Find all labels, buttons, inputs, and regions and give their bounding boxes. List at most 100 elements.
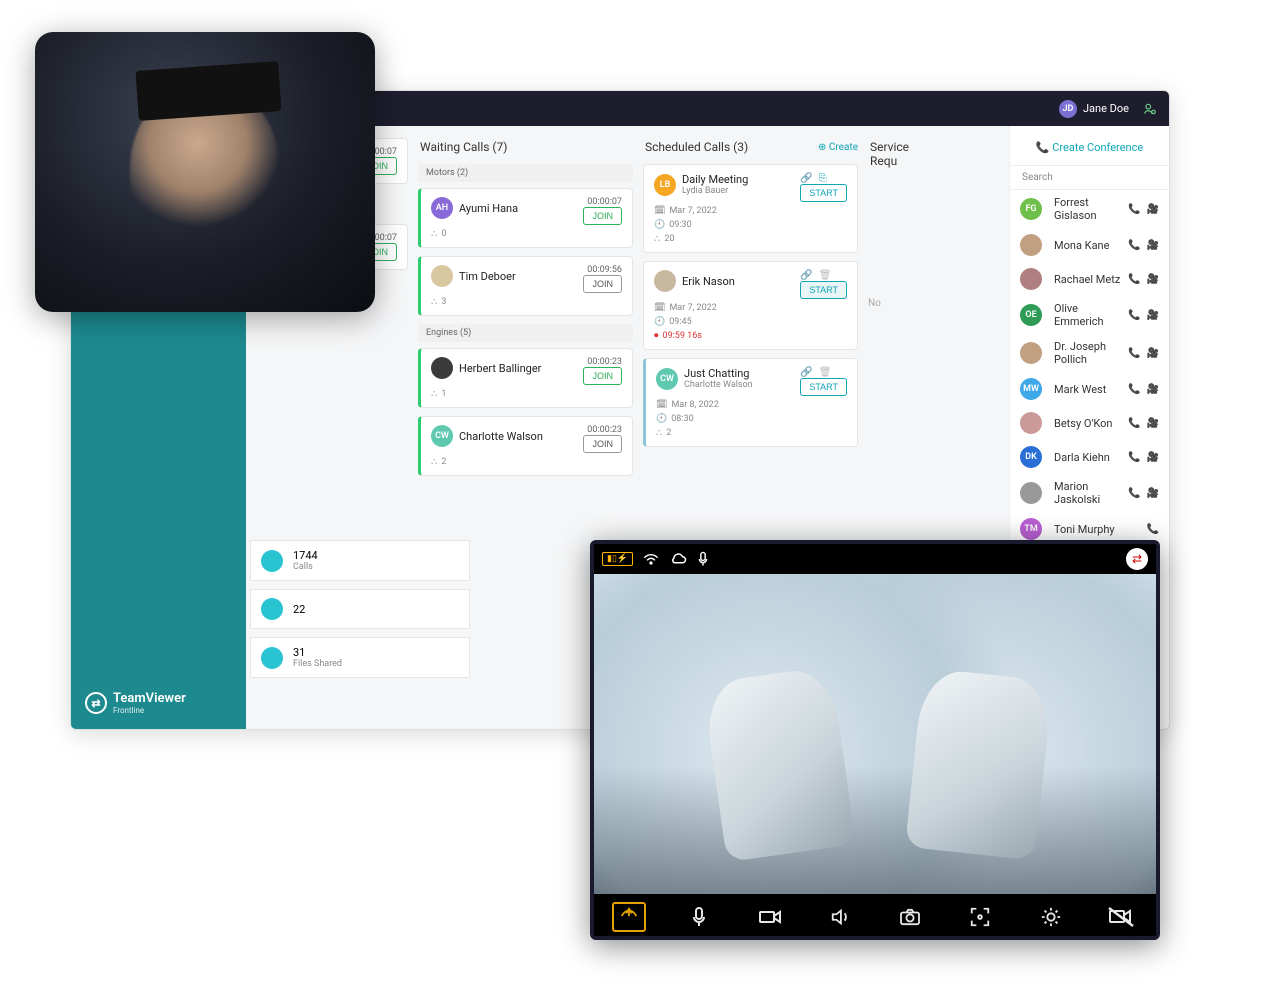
speaker-tool-icon[interactable]	[823, 902, 857, 932]
call-icon[interactable]: 📞	[1128, 452, 1140, 463]
create-conference-link[interactable]: 📞 Create Conference	[1036, 141, 1143, 154]
create-link[interactable]: ⊕ Create	[818, 142, 858, 153]
call-icon[interactable]: 📞	[1128, 348, 1140, 359]
trash-icon[interactable]: 🗑	[819, 270, 832, 281]
stat-dot-icon	[261, 550, 283, 572]
call-icon[interactable]: 📞	[1147, 524, 1159, 535]
contact-name: Olive Emmerich	[1054, 302, 1128, 328]
waiting-card: Herbert Ballinger 00:00:23 JOIN ⛬1	[418, 348, 633, 408]
empty-text: No	[868, 298, 938, 309]
stat-dot-icon	[261, 598, 283, 620]
people-icon: ⛬	[431, 389, 437, 399]
video-icon[interactable]: 🎥	[1147, 240, 1159, 251]
column-title: Scheduled Calls (3)	[645, 140, 748, 154]
call-icon[interactable]: 📞	[1128, 488, 1140, 499]
user-avatar[interactable]: JD	[1059, 100, 1077, 118]
focus-tool-icon[interactable]	[963, 902, 997, 932]
teamviewer-round-icon[interactable]: ⇄	[1126, 548, 1148, 570]
contact-row[interactable]: DKDarla Kiehn📞🎥	[1010, 440, 1169, 474]
contact-row[interactable]: Marion Jaskolski📞🎥	[1010, 474, 1169, 512]
contact-row[interactable]: Rachael Metz📞🎥	[1010, 262, 1169, 296]
video-icon[interactable]: 🎥	[1147, 418, 1159, 429]
video-icon[interactable]: 🎥	[1147, 348, 1159, 359]
call-icon[interactable]: 📞	[1128, 274, 1140, 285]
clock-icon: 🕘	[656, 414, 667, 424]
presence-icon[interactable]	[1143, 102, 1157, 116]
contact-row[interactable]: Mona Kane📞🎥	[1010, 228, 1169, 262]
avatar	[1020, 412, 1042, 434]
contact-row[interactable]: MWMark West📞🎥	[1010, 372, 1169, 406]
video-tool-icon[interactable]	[753, 902, 787, 932]
waiting-card: AH Ayumi Hana 00:00:07 JOIN ⛬0	[418, 188, 633, 248]
avatar: FG	[1020, 198, 1042, 220]
pointer-tool-icon[interactable]	[612, 902, 646, 932]
contact-row[interactable]: Betsy O'Kon 📞 🎥	[1010, 406, 1169, 440]
stats-block: 1744Calls 22 31Files Shared	[250, 540, 470, 686]
scheduled-card: CW Just Chatting Charlotte Walson 🔗 🗑	[643, 358, 858, 447]
avatar	[1020, 234, 1042, 256]
trash-icon[interactable]: 🗑	[819, 367, 832, 378]
video-feed	[594, 574, 1156, 894]
avatar	[1020, 342, 1042, 364]
link-icon[interactable]: 🔗	[800, 270, 812, 281]
video-icon[interactable]: 🎥	[1147, 310, 1159, 321]
user-name: Jane Doe	[1083, 102, 1129, 115]
contact-row[interactable]: FGForrest Gislason📞🎥	[1010, 190, 1169, 228]
join-button[interactable]: JOIN	[583, 367, 622, 385]
video-icon[interactable]: 🎥	[1147, 274, 1159, 285]
call-icon[interactable]: 📞	[1128, 240, 1140, 251]
contact-row[interactable]: OE Olive Emmerich📞 🎥	[1010, 296, 1169, 334]
brand-logo: ⇄ TeamViewer Frontline	[85, 691, 186, 715]
mic-tool-icon[interactable]	[682, 902, 716, 932]
video-icon[interactable]: 🎥	[1147, 204, 1159, 215]
battery-icon: ▮▯⚡	[602, 552, 633, 566]
contact-name: Betsy O'Kon	[1054, 417, 1113, 430]
call-icon[interactable]: 📞	[1128, 310, 1140, 321]
start-button[interactable]: START	[800, 184, 847, 202]
join-button[interactable]: JOIN	[583, 435, 622, 453]
join-button[interactable]: JOIN	[583, 207, 622, 225]
teamviewer-icon: ⇄	[85, 692, 107, 714]
avatar	[431, 357, 453, 379]
waiting-card: Tim Deboer 00:09:56 JOIN ⛬3	[418, 256, 633, 316]
brightness-tool-icon[interactable]	[1034, 902, 1068, 932]
stat-dot-icon	[261, 647, 283, 669]
search-label[interactable]: Search	[1010, 166, 1169, 190]
scheduled-card: Erik Nason 🔗 🗑 START 🗓Mar 7, 2022 🕘09:45	[643, 261, 858, 350]
call-icon[interactable]: 📞	[1128, 418, 1140, 429]
people-icon: ⛬	[656, 428, 662, 438]
video-icon[interactable]: 🎥	[1147, 384, 1159, 395]
calendar-icon: 🗓	[654, 303, 665, 313]
contact-name: Toni Murphy	[1054, 523, 1115, 536]
call-icon[interactable]: 📞	[1128, 384, 1140, 395]
camera-tool-icon[interactable]	[893, 902, 927, 932]
copy-icon[interactable]: ⎘	[819, 173, 827, 184]
avatar: TM	[1020, 518, 1042, 540]
video-icon[interactable]: 🎥	[1147, 488, 1159, 499]
scheduled-card: LB Daily Meeting Lydia Bauer 🔗 ⎘ ST	[643, 164, 858, 253]
start-button[interactable]: START	[800, 281, 847, 299]
avatar: DK	[1020, 446, 1042, 468]
clock-icon: 🕘	[654, 220, 665, 230]
avatar	[1020, 482, 1042, 504]
clock-icon: 🕘	[654, 317, 665, 327]
call-icon[interactable]: 📞	[1128, 204, 1140, 215]
people-icon: ⛬	[431, 229, 437, 239]
video-icon[interactable]: 🎥	[1147, 452, 1159, 463]
avatar: CW	[431, 425, 453, 447]
video-toolbar	[594, 894, 1156, 940]
mic-status-icon	[697, 551, 709, 567]
join-button[interactable]: JOIN	[583, 275, 622, 293]
link-icon[interactable]: 🔗	[800, 173, 812, 184]
wifi-icon	[643, 553, 659, 565]
avatar: OE	[1020, 304, 1042, 326]
avatar	[431, 265, 453, 287]
link-icon[interactable]: 🔗	[800, 367, 812, 378]
cloud-icon	[669, 552, 687, 566]
stat-tile: 31Files Shared	[250, 637, 470, 678]
video-off-tool-icon[interactable]	[1104, 902, 1138, 932]
column-title: Service Requ	[870, 140, 938, 168]
contact-row[interactable]: Dr. Joseph Pollich📞🎥	[1010, 334, 1169, 372]
avatar: AH	[431, 197, 453, 219]
start-button[interactable]: START	[800, 378, 847, 396]
